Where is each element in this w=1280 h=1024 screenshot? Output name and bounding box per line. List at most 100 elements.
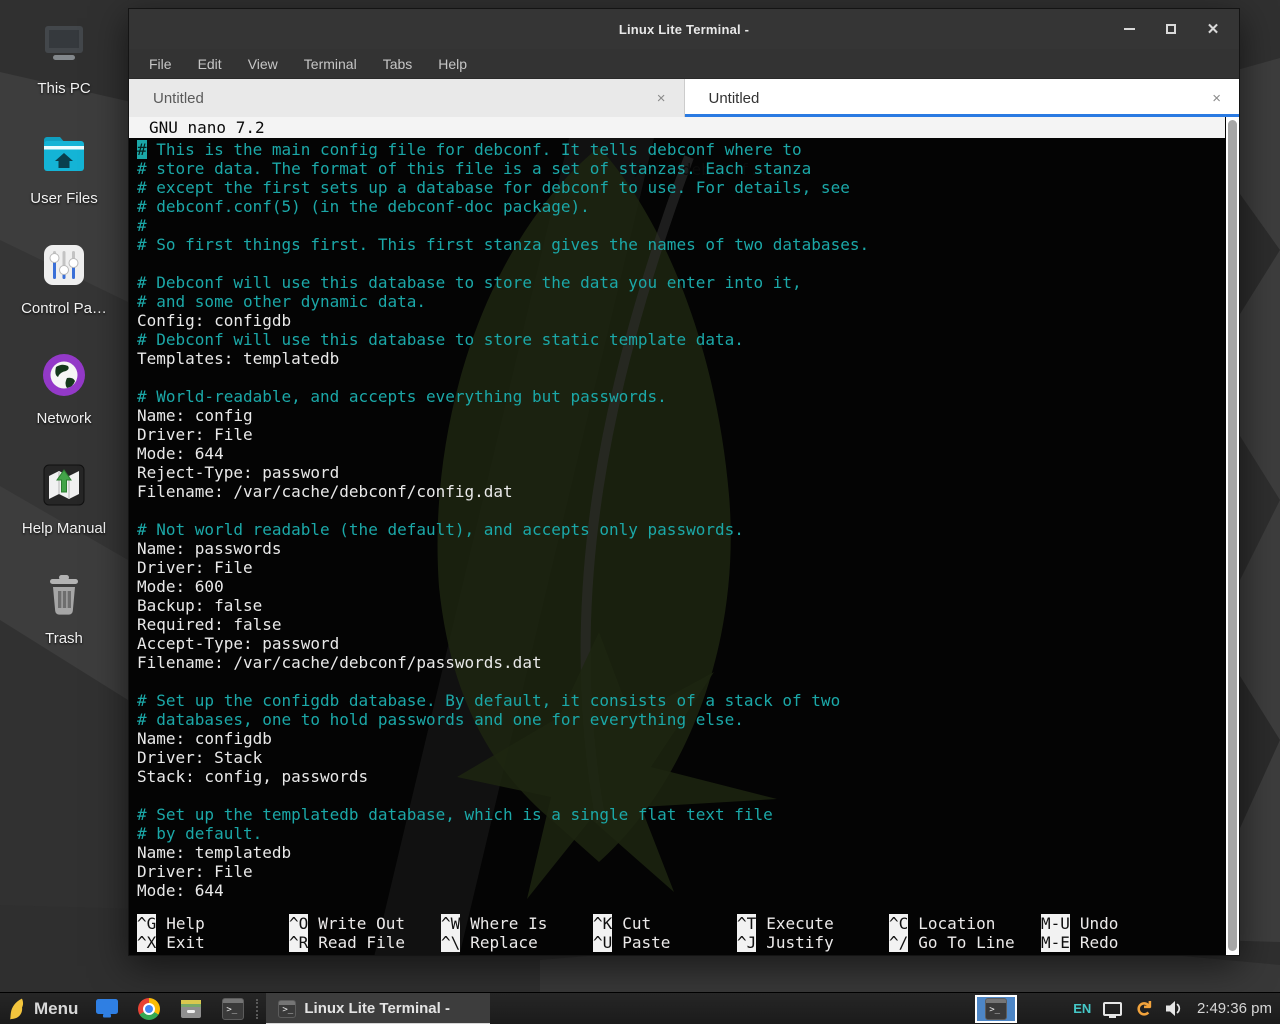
home-folder-icon	[35, 126, 93, 184]
editor-line: Driver: File	[137, 558, 1239, 577]
menu-bar: File Edit View Terminal Tabs Help	[129, 49, 1239, 79]
minimize-icon[interactable]	[1121, 21, 1137, 37]
terminal-icon: >_	[222, 998, 244, 1020]
window-title: Linux Lite Terminal -	[129, 9, 1239, 49]
desktop-icon-this-pc[interactable]: This PC	[0, 16, 128, 120]
nano-shortcut: M-UUndo	[1041, 914, 1225, 933]
task-button-label: Linux Lite Terminal -	[304, 1000, 450, 1017]
tab-label: Untitled	[153, 90, 204, 107]
task-button-terminal[interactable]: >_ Linux Lite Terminal -	[266, 993, 490, 1024]
editor-line	[137, 368, 1239, 387]
nano-shortcut: ^JJustify	[737, 933, 889, 952]
language-indicator[interactable]: EN	[1073, 1001, 1091, 1016]
editor-line: Templates: templatedb	[137, 349, 1239, 368]
editor-line: # Set up the templatedb database, which …	[137, 805, 1239, 824]
help-manual-icon	[35, 456, 93, 514]
tab-untitled-1[interactable]: Untitled ×	[129, 79, 685, 117]
editor-line: # Debconf will use this database to stor…	[137, 330, 1239, 349]
tab-untitled-2[interactable]: Untitled ×	[685, 79, 1240, 117]
editor-line: # So first things first. This first stan…	[137, 235, 1239, 254]
editor-line: Config: configdb	[137, 311, 1239, 330]
desktop-icon-control-panel[interactable]: Control Pa…	[0, 236, 128, 340]
desktop-icon-network[interactable]: Network	[0, 346, 128, 450]
menu-item-view[interactable]: View	[248, 56, 278, 72]
terminal-screen[interactable]: GNU nano 7.2 /etc/debconf.conf # This is…	[129, 117, 1239, 955]
computer-icon	[35, 16, 93, 74]
nano-shortcut: ^WWhere Is	[441, 914, 593, 933]
menu-item-file[interactable]: File	[149, 56, 172, 72]
desktop-icon-trash[interactable]: Trash	[0, 566, 128, 670]
editor-line: # Debconf will use this database to stor…	[137, 273, 1239, 292]
scrollbar-track[interactable]	[1226, 117, 1239, 955]
scrollbar-thumb[interactable]	[1228, 120, 1237, 951]
chrome-icon	[138, 998, 160, 1020]
editor-line: # World-readable, and accepts everything…	[137, 387, 1239, 406]
nano-shortcut: ^TExecute	[737, 914, 889, 933]
desktop-icon-label: This PC	[37, 80, 90, 97]
nano-shortcut: ^CLocation	[889, 914, 1041, 933]
tab-close-icon[interactable]: ×	[655, 90, 668, 107]
terminal-launcher[interactable]: >_	[220, 996, 246, 1022]
desktop-icon-label: Control Pa…	[21, 300, 107, 317]
editor-line	[137, 672, 1239, 691]
nano-titlebar: GNU nano 7.2 /etc/debconf.conf	[129, 117, 1225, 138]
control-panel-icon	[35, 236, 93, 294]
desktop-icon-label: Network	[36, 410, 91, 427]
editor-line: Mode: 644	[137, 444, 1239, 463]
editor-line: Name: configdb	[137, 729, 1239, 748]
nano-shortcut: ^UPaste	[593, 933, 737, 952]
shortcut-row-1: ^GHelp^OWrite Out^WWhere Is^KCut^TExecut…	[137, 914, 1225, 933]
editor-blank-area	[129, 900, 1239, 914]
display-settings-icon[interactable]	[1103, 1002, 1122, 1016]
editor-line: Filename: /var/cache/debconf/config.dat	[137, 482, 1239, 501]
editor-line: Reject-Type: password	[137, 463, 1239, 482]
archive-drawer-icon	[180, 999, 202, 1019]
close-icon[interactable]: ✕	[1205, 21, 1221, 37]
desktop-icon-label: Help Manual	[22, 520, 106, 537]
update-notifier-icon[interactable]: ↻	[1133, 1000, 1154, 1018]
menu-item-tabs[interactable]: Tabs	[383, 56, 413, 72]
file-manager-launcher[interactable]	[94, 996, 120, 1022]
nano-shortcut: ^GHelp	[137, 914, 289, 933]
menu-item-help[interactable]: Help	[438, 56, 467, 72]
system-tray: >_ EN ↻ 2:49:36 pm	[975, 995, 1272, 1023]
editor-line: # debconf.conf(5) (in the debconf-doc pa…	[137, 197, 1239, 216]
editor-line: # except the first sets up a database fo…	[137, 178, 1239, 197]
editor-line: Filename: /var/cache/debconf/passwords.d…	[137, 653, 1239, 672]
menu-label: Menu	[34, 999, 78, 1019]
desktop-icon-help-manual[interactable]: Help Manual	[0, 456, 128, 560]
editor-line: # This is the main config file for debco…	[137, 140, 1239, 159]
network-globe-icon	[35, 346, 93, 404]
editor-line: Mode: 600	[137, 577, 1239, 596]
nano-shortcut: ^OWrite Out	[289, 914, 441, 933]
editor-line	[137, 786, 1239, 805]
editor-line: Name: templatedb	[137, 843, 1239, 862]
editor-line: Name: config	[137, 406, 1239, 425]
volume-icon[interactable]	[1164, 1000, 1183, 1017]
nano-shortcut: ^/Go To Line	[889, 933, 1041, 952]
linux-lite-logo-icon	[8, 997, 26, 1021]
maximize-icon[interactable]	[1163, 21, 1179, 37]
tray-terminal-button[interactable]: >_	[975, 995, 1017, 1023]
editor-line: Mode: 644	[137, 881, 1239, 900]
editor-line: # by default.	[137, 824, 1239, 843]
tab-bar: Untitled × Untitled ×	[129, 79, 1239, 117]
nano-shortcut: ^XExit	[137, 933, 289, 952]
menu-item-terminal[interactable]: Terminal	[304, 56, 357, 72]
menu-item-edit[interactable]: Edit	[198, 56, 222, 72]
start-menu-button[interactable]: Menu	[8, 997, 78, 1021]
clock[interactable]: 2:49:36 pm	[1197, 1000, 1272, 1017]
nano-shortcut: M-ERedo	[1041, 933, 1225, 952]
archive-launcher[interactable]	[178, 996, 204, 1022]
editor-line: Accept-Type: password	[137, 634, 1239, 653]
desktop-icon-user-files[interactable]: User Files	[0, 126, 128, 230]
window-titlebar[interactable]: Linux Lite Terminal - ✕	[129, 9, 1239, 49]
chrome-launcher[interactable]	[136, 996, 162, 1022]
editor-line: # Set up the configdb database. By defau…	[137, 691, 1239, 710]
editor-lines[interactable]: # This is the main config file for debco…	[129, 138, 1239, 900]
tab-close-icon[interactable]: ×	[1210, 90, 1223, 107]
text-cursor: #	[137, 140, 147, 159]
editor-line: Driver: Stack	[137, 748, 1239, 767]
trash-icon	[35, 566, 93, 624]
terminal-icon: >_	[985, 998, 1007, 1020]
